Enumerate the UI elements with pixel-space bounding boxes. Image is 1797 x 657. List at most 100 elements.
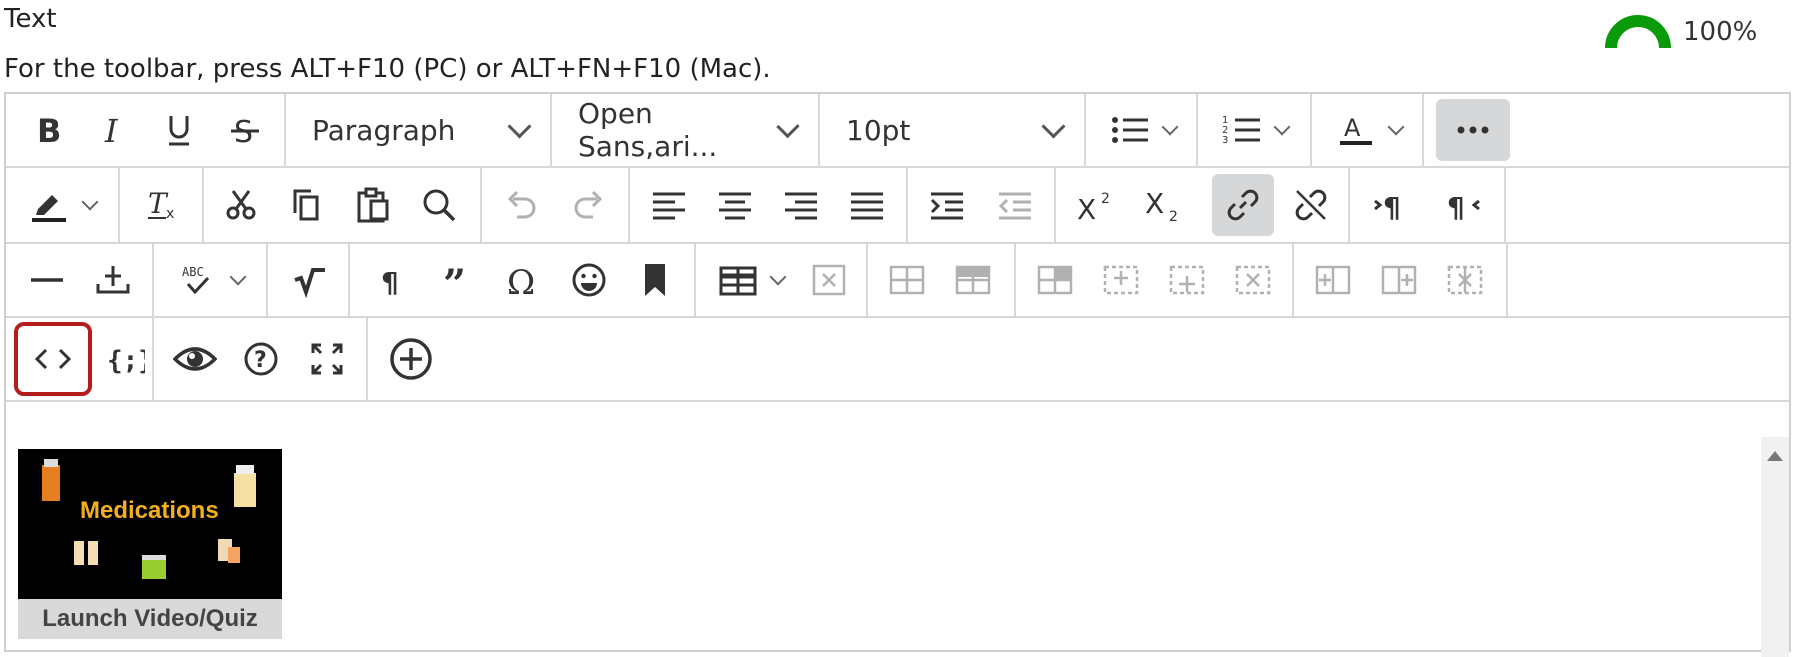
align-right-button[interactable] <box>770 174 832 236</box>
italic-icon: I <box>104 112 119 148</box>
ltr-icon: ¶ <box>1374 191 1401 223</box>
special-character-button[interactable]: Ω <box>492 249 554 311</box>
cut-button[interactable] <box>210 174 272 236</box>
table-insert-col-button[interactable] <box>1156 249 1218 311</box>
indent-button[interactable] <box>916 174 978 236</box>
launch-video-quiz-link[interactable]: Launch Video/Quiz <box>18 599 282 639</box>
svg-text:X: X <box>1145 187 1164 220</box>
table-delete-icon <box>1235 265 1271 295</box>
justify-button[interactable] <box>836 174 898 236</box>
rtl-icon: ¶ <box>1447 191 1480 223</box>
help-button[interactable]: ? <box>230 328 292 390</box>
table-col-before-icon <box>1315 265 1351 295</box>
source-code-icon <box>34 348 72 370</box>
embedded-media[interactable]: Medications Launch Video/Quiz <box>18 449 282 639</box>
find-button[interactable] <box>408 174 470 236</box>
chevron-down-icon <box>229 268 247 286</box>
numbered-list-icon: 123 <box>1222 115 1260 146</box>
block-format-select[interactable]: Paragraph <box>286 94 552 166</box>
chevron-down-icon <box>81 193 99 211</box>
font-family-value: Open Sans,ari... <box>578 97 718 163</box>
editor-content-area[interactable]: Medications Launch Video/Quiz <box>6 437 1789 657</box>
preview-button[interactable] <box>164 328 226 390</box>
table-insert-row-button[interactable] <box>1090 249 1152 311</box>
outdent-button[interactable] <box>984 174 1046 236</box>
superscript-button[interactable]: X2 <box>1064 174 1126 236</box>
table-col-after-button[interactable] <box>1368 249 1430 311</box>
table-cell-button[interactable] <box>1024 249 1086 311</box>
source-code-button[interactable] <box>14 322 92 396</box>
table-delete-col-button[interactable] <box>1434 249 1496 311</box>
highlight-button[interactable] <box>16 174 110 236</box>
svg-text:2: 2 <box>1169 209 1178 223</box>
toolbar-row-3: ABC ¶ ” Ω <box>6 244 1789 318</box>
paragraph-mark-button[interactable]: ¶ <box>360 249 422 311</box>
table-row-after-icon <box>955 265 991 295</box>
subscript-button[interactable]: X2 <box>1132 174 1194 236</box>
svg-text:Ω: Ω <box>507 263 535 298</box>
clear-format-group: Tx <box>120 168 204 242</box>
fullscreen-icon <box>311 343 343 375</box>
strikethrough-button[interactable]: S <box>214 99 276 161</box>
svg-text:x: x <box>166 206 174 222</box>
font-family-select[interactable]: Open Sans,ari... <box>552 94 820 166</box>
more-button[interactable] <box>1436 99 1510 161</box>
math-icon <box>294 268 325 298</box>
italic-button[interactable]: I <box>82 99 144 161</box>
svg-text:2: 2 <box>1101 191 1110 207</box>
rtl-button[interactable]: ¶ <box>1432 174 1494 236</box>
spellcheck-button[interactable]: ABC <box>164 249 258 311</box>
cut-icon <box>226 190 256 220</box>
add-content-icon <box>390 338 432 380</box>
bold-button[interactable]: B <box>16 99 78 161</box>
rich-text-editor: B I S Paragraph Open Sans,ari... 10pt 1 … <box>4 92 1791 657</box>
indent-group <box>908 168 1056 242</box>
clear-format-button[interactable]: Tx <box>131 174 193 236</box>
delete-table-button[interactable] <box>798 249 860 311</box>
align-left-button[interactable] <box>638 174 700 236</box>
table-cell-icon <box>1037 265 1073 295</box>
superscript-icon: X2 <box>1077 191 1110 223</box>
copy-icon <box>293 189 319 221</box>
table-delete-button[interactable] <box>1222 249 1284 311</box>
font-size-select[interactable]: 10pt <box>820 94 1086 166</box>
fullscreen-button[interactable] <box>296 328 358 390</box>
bookmark-button[interactable] <box>624 249 686 311</box>
unlink-button[interactable] <box>1280 174 1342 236</box>
add-content-button[interactable] <box>380 328 442 390</box>
svg-text:¶: ¶ <box>1383 191 1401 223</box>
numbered-list-button[interactable]: 123 <box>1208 99 1302 161</box>
media-thumbnail[interactable]: Medications <box>18 449 282 599</box>
text-color-button[interactable]: A <box>1322 99 1416 161</box>
undo-button[interactable] <box>490 174 552 236</box>
text-color-icon: A <box>1340 114 1372 145</box>
align-center-button[interactable] <box>704 174 766 236</box>
align-center-icon <box>719 192 751 220</box>
paste-button[interactable] <box>342 174 404 236</box>
align-right-icon <box>785 192 817 220</box>
more-icon <box>1457 126 1489 134</box>
code-sample-button[interactable]: {;} <box>94 328 156 390</box>
table-row-after-button[interactable] <box>942 249 1004 311</box>
align-left-icon <box>653 192 685 220</box>
table-col-before-button[interactable] <box>1302 249 1364 311</box>
table-button[interactable] <box>704 249 798 311</box>
chevron-down-icon <box>1273 118 1291 136</box>
horizontal-line-icon <box>31 278 63 282</box>
link-button[interactable] <box>1212 174 1274 236</box>
copy-button[interactable] <box>276 174 338 236</box>
math-button[interactable] <box>278 249 340 311</box>
underline-icon <box>169 116 189 146</box>
blockquote-button[interactable]: ” <box>426 249 488 311</box>
bullet-list-button[interactable] <box>1096 99 1190 161</box>
scroll-up-icon[interactable] <box>1767 451 1783 461</box>
horizontal-line-button[interactable] <box>16 249 78 311</box>
underline-button[interactable] <box>148 99 210 161</box>
insert-button[interactable] <box>82 249 144 311</box>
ltr-button[interactable]: ¶ <box>1360 174 1422 236</box>
redo-button[interactable] <box>558 174 620 236</box>
vertical-scrollbar[interactable] <box>1761 437 1789 657</box>
chevron-down-icon <box>1161 118 1179 136</box>
emoji-button[interactable] <box>558 249 620 311</box>
table-row-before-button[interactable] <box>876 249 938 311</box>
